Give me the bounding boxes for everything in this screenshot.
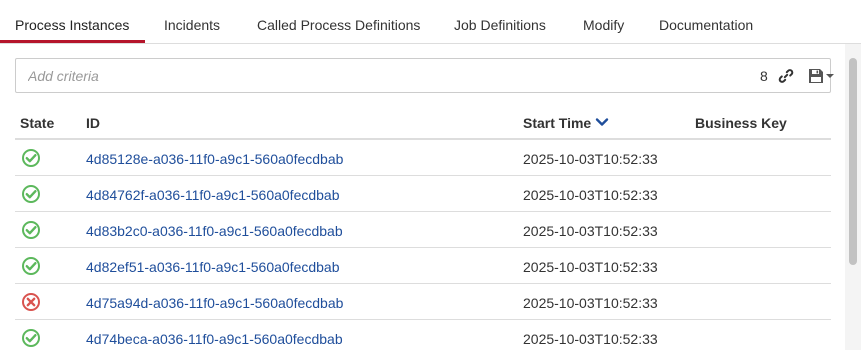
start-time-cell: 2025-10-03T10:52:33 [523,151,658,167]
table-row: 4d75a94d-a036-11f0-a9c1-560a0fecdbab 2025… [15,284,831,320]
tab-job-definitions[interactable]: Job Definitions [454,0,546,44]
check-circle-icon [22,149,40,167]
process-instance-id-link[interactable]: 4d75a94d-a036-11f0-a9c1-560a0fecdbab [86,296,343,310]
chevron-down-icon[interactable] [595,115,609,129]
tab-called-process-definitions[interactable]: Called Process Definitions [257,0,420,44]
table-row: 4d82ef51-a036-11f0-a9c1-560a0fecdbab 2025… [15,248,831,284]
process-instance-id-link[interactable]: 4d84762f-a036-11f0-a9c1-560a0fecdbab [86,188,340,202]
start-time-cell: 2025-10-03T10:52:33 [523,331,658,347]
table-row: 4d84762f-a036-11f0-a9c1-560a0fecdbab 2025… [15,176,831,212]
scrollbar-thumb[interactable] [849,58,857,265]
column-header-business-key[interactable]: Business Key [695,116,787,130]
process-instance-id-link[interactable]: 4d82ef51-a036-11f0-a9c1-560a0fecdbab [86,260,340,274]
column-header-id[interactable]: ID [86,116,100,130]
search-input[interactable] [28,67,628,85]
process-instances-table: State ID Start Time Business Key 4d85128… [15,106,831,350]
start-time-cell: 2025-10-03T10:52:33 [523,223,658,239]
floppy-disk-icon[interactable] [808,68,824,84]
table-row: 4d74beca-a036-11f0-a9c1-560a0fecdbab 2025… [15,320,831,350]
tab-documentation[interactable]: Documentation [659,0,753,44]
error-circle-icon [22,293,40,311]
tab-process-instances[interactable]: Process Instances [15,0,129,44]
tab-incidents[interactable]: Incidents [164,0,220,44]
start-time-cell: 2025-10-03T10:52:33 [523,187,658,203]
column-header-start-time[interactable]: Start Time [523,116,591,130]
column-header-state[interactable]: State [20,116,54,130]
check-circle-icon [22,329,40,347]
table-row: 4d83b2c0-a036-11f0-a9c1-560a0fecdbab 2025… [15,212,831,248]
cockpit-process-instances-panel: Process Instances Incidents Called Proce… [0,0,861,350]
check-circle-icon [22,221,40,239]
start-time-cell: 2025-10-03T10:52:33 [523,295,658,311]
tab-bar: Process Instances Incidents Called Proce… [0,0,861,44]
link-icon[interactable] [778,68,794,84]
search-criteria-bar: 8 [15,58,834,93]
table-row: 4d85128e-a036-11f0-a9c1-560a0fecdbab 2025… [15,140,831,176]
process-instance-id-link[interactable]: 4d83b2c0-a036-11f0-a9c1-560a0fecdbab [86,224,343,238]
check-circle-icon [22,257,40,275]
process-instance-id-link[interactable]: 4d74beca-a036-11f0-a9c1-560a0fecdbab [86,332,343,346]
active-tab-indicator [0,40,145,43]
start-time-cell: 2025-10-03T10:52:33 [523,259,658,275]
process-instance-id-link[interactable]: 4d85128e-a036-11f0-a9c1-560a0fecdbab [86,152,343,166]
check-circle-icon [22,185,40,203]
tab-modify[interactable]: Modify [583,0,624,44]
caret-down-icon[interactable] [826,73,834,79]
result-count: 8 [760,68,768,84]
